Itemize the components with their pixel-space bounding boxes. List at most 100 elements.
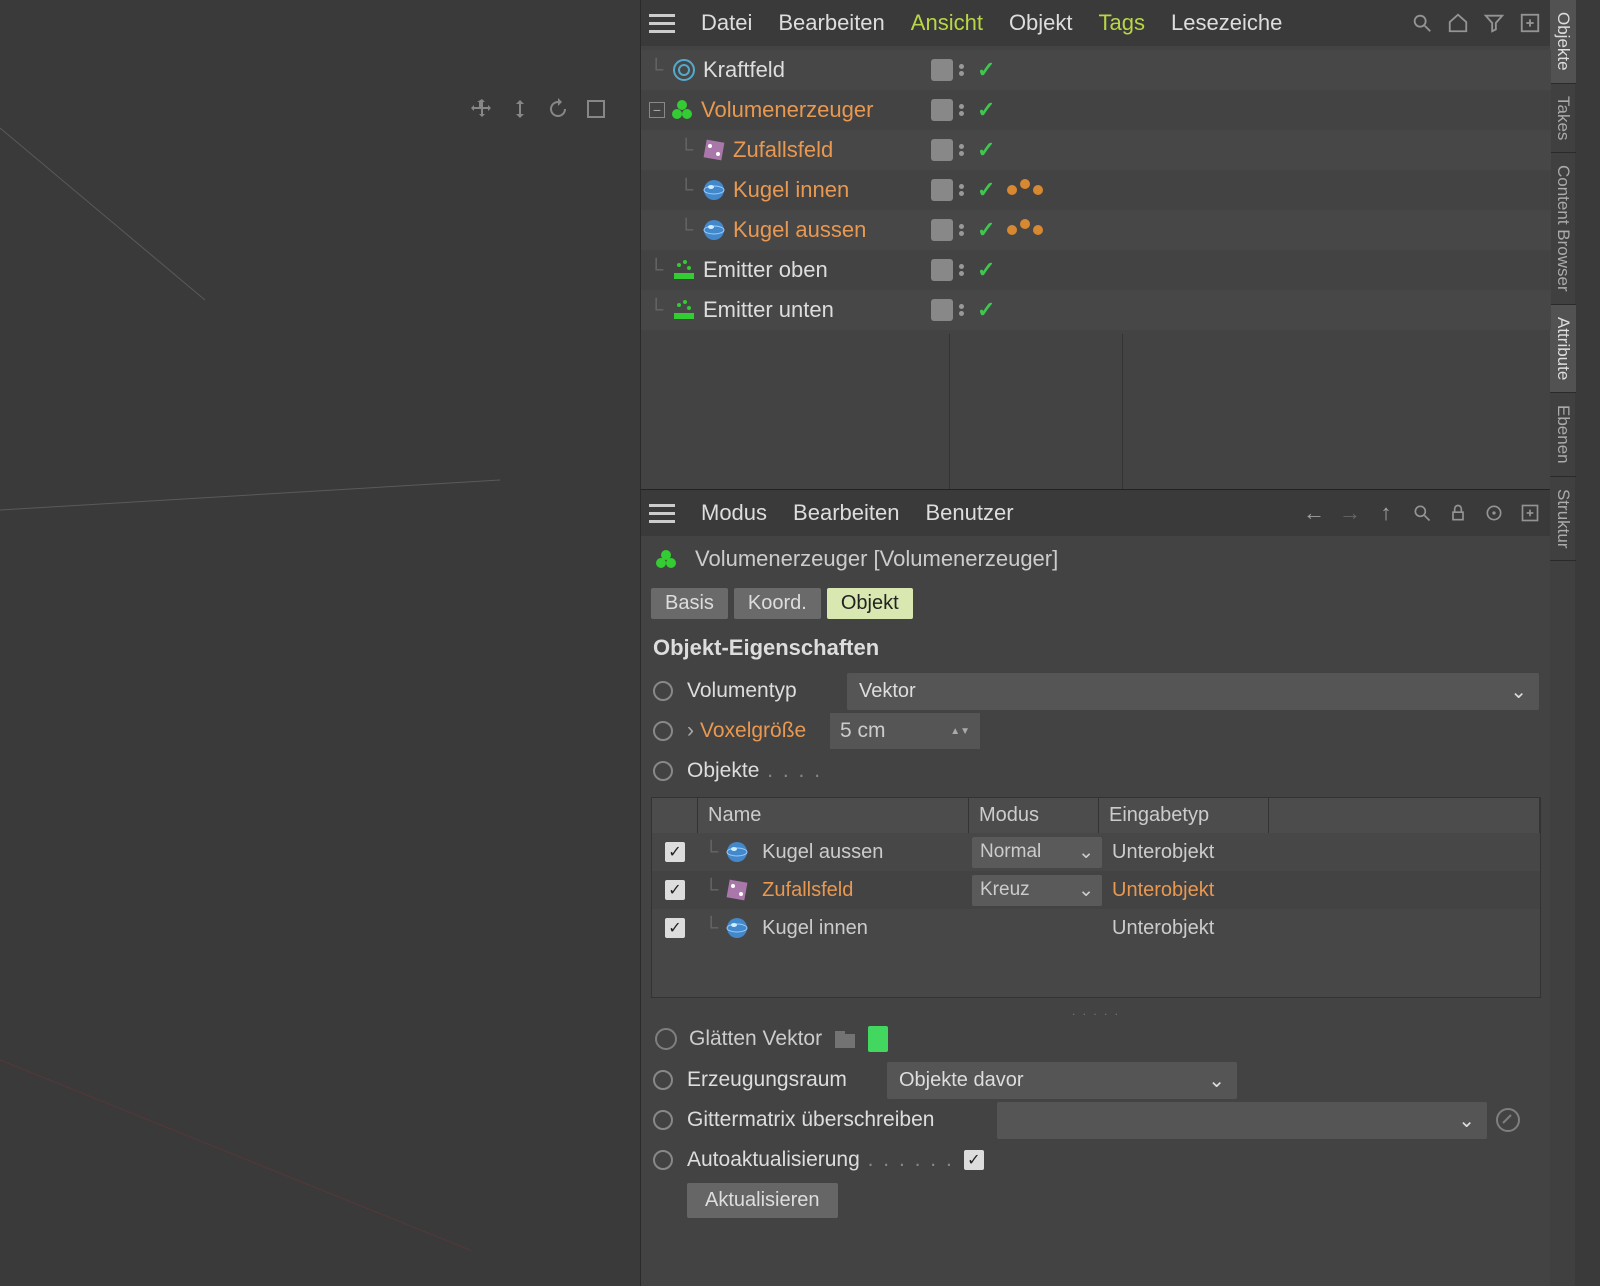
visibility-dots[interactable] [959, 224, 971, 236]
side-tab-objekte[interactable]: Objekte [1550, 0, 1576, 84]
spinner-icon[interactable]: ▲▼ [950, 726, 970, 737]
menu-bearbeiten[interactable]: Bearbeiten [772, 6, 890, 40]
tree-empty-area[interactable] [641, 334, 1551, 489]
tree-row[interactable]: └Kugel innen✓ [641, 170, 1551, 210]
tree-row[interactable]: └Emitter oben✓ [641, 250, 1551, 290]
picker-icon[interactable] [1495, 1107, 1521, 1133]
rotate-icon[interactable] [544, 95, 572, 123]
table-row[interactable]: ✓ └Zufallsfeld Kreuz⌄ Unterobjekt [652, 871, 1540, 909]
updown-icon[interactable] [506, 95, 534, 123]
menu-ansicht[interactable]: Ansicht [905, 6, 989, 40]
search-icon[interactable] [1409, 10, 1435, 36]
visibility-dots[interactable] [959, 104, 971, 116]
anim-toggle[interactable] [653, 761, 673, 781]
input-voxel[interactable]: 5 cm▲▼ [830, 713, 980, 749]
tree-label[interactable]: Volumenerzeuger [701, 97, 873, 123]
smooth-icon[interactable] [653, 1026, 679, 1052]
tab-objekt[interactable]: Objekt [827, 588, 913, 619]
layer-toggle[interactable] [931, 99, 953, 121]
menu-objekt[interactable]: Objekt [1003, 6, 1079, 40]
tree-row[interactable]: └Kraftfeld✓ [641, 50, 1551, 90]
tree-row[interactable]: └Emitter unten✓ [641, 290, 1551, 330]
enable-check[interactable]: ✓ [977, 257, 995, 283]
home-icon[interactable] [1445, 10, 1471, 36]
expand-icon[interactable]: › [687, 719, 694, 743]
side-tab-ebenen[interactable]: Ebenen [1550, 393, 1576, 477]
table-row[interactable]: ✓ └Kugel aussen Normal⌄ Unterobjekt [652, 833, 1540, 871]
anim-toggle[interactable] [653, 1070, 673, 1090]
enable-check[interactable]: ✓ [977, 177, 995, 203]
menu-tags[interactable]: Tags [1093, 6, 1151, 40]
layer-toggle[interactable] [931, 139, 953, 161]
visibility-dots[interactable] [959, 64, 971, 76]
folder-add-icon[interactable] [832, 1026, 858, 1052]
table-drop-area[interactable] [652, 947, 1540, 997]
layer-icon[interactable] [868, 1026, 888, 1052]
layer-toggle[interactable] [931, 299, 953, 321]
frame-icon[interactable] [582, 95, 610, 123]
tag-icon[interactable] [1007, 185, 1043, 195]
tree-label[interactable]: Kraftfeld [703, 57, 785, 83]
checkbox-auto[interactable]: ✓ [964, 1150, 984, 1170]
visibility-dots[interactable] [959, 144, 971, 156]
th-input[interactable]: Eingabetyp [1099, 798, 1269, 833]
mode-select[interactable]: Kreuz⌄ [972, 875, 1102, 906]
layer-toggle[interactable] [931, 179, 953, 201]
select-volumentyp[interactable]: Vektor⌄ [847, 673, 1539, 710]
tree-row[interactable]: └Kugel aussen✓ [641, 210, 1551, 250]
visibility-dots[interactable] [959, 304, 971, 316]
search-icon[interactable] [1409, 500, 1435, 526]
viewport[interactable] [0, 0, 640, 1286]
tree-row[interactable]: − Volumenerzeuger ✓ [641, 90, 1551, 130]
select-erzeugung[interactable]: Objekte davor⌄ [887, 1062, 1237, 1099]
enable-check[interactable]: ✓ [977, 297, 995, 323]
anim-toggle[interactable] [653, 1110, 673, 1130]
side-tab-struktur[interactable]: Struktur [1550, 477, 1576, 562]
tree-row[interactable]: └Zufallsfeld✓ [641, 130, 1551, 170]
tab-koord[interactable]: Koord. [734, 588, 821, 619]
tab-basis[interactable]: Basis [651, 588, 728, 619]
menu-lesezeiche[interactable]: Lesezeiche [1165, 6, 1288, 40]
tree-label[interactable]: Zufallsfeld [733, 137, 833, 163]
side-tab-attribute[interactable]: Attribute [1550, 305, 1576, 393]
enable-check[interactable]: ✓ [977, 57, 995, 83]
back-icon[interactable]: ← [1301, 500, 1327, 526]
anim-toggle[interactable] [653, 721, 673, 741]
enable-check[interactable]: ✓ [977, 137, 995, 163]
tree-label[interactable]: Emitter oben [703, 257, 828, 283]
layer-toggle[interactable] [931, 59, 953, 81]
add-panel-icon[interactable] [1517, 500, 1543, 526]
menu-bearbeiten[interactable]: Bearbeiten [787, 496, 905, 530]
layer-toggle[interactable] [931, 219, 953, 241]
side-tab-takes[interactable]: Takes [1550, 84, 1576, 153]
visibility-dots[interactable] [959, 264, 971, 276]
mode-select[interactable]: Normal⌄ [972, 837, 1102, 868]
th-name[interactable]: Name [698, 798, 969, 833]
aktualisieren-button[interactable]: Aktualisieren [687, 1183, 838, 1218]
menu-datei[interactable]: Datei [695, 6, 758, 40]
side-tab-content[interactable]: Content Browser [1550, 153, 1576, 305]
enable-check[interactable]: ✓ [977, 97, 995, 123]
visibility-dots[interactable] [959, 184, 971, 196]
tree-label[interactable]: Emitter unten [703, 297, 834, 323]
tree-label[interactable]: Kugel aussen [733, 217, 866, 243]
collapse-icon[interactable]: − [649, 102, 665, 118]
table-row[interactable]: ✓ └Kugel innen Unterobjekt [652, 909, 1540, 947]
target-icon[interactable] [1481, 500, 1507, 526]
tree-label[interactable]: Kugel innen [733, 177, 849, 203]
anim-toggle[interactable] [653, 1150, 673, 1170]
input-gitter[interactable]: ⌄ [997, 1102, 1487, 1139]
move-icon[interactable] [468, 95, 496, 123]
hamburger-icon[interactable] [649, 14, 675, 33]
anim-toggle[interactable] [653, 681, 673, 701]
th-mode[interactable]: Modus [969, 798, 1099, 833]
enable-check[interactable]: ✓ [977, 217, 995, 243]
tag-icon[interactable] [1007, 225, 1043, 235]
row-checkbox[interactable]: ✓ [665, 842, 685, 862]
hamburger-icon[interactable] [649, 504, 675, 523]
forward-icon[interactable]: → [1337, 500, 1363, 526]
lock-icon[interactable] [1445, 500, 1471, 526]
menu-benutzer[interactable]: Benutzer [919, 496, 1019, 530]
layer-toggle[interactable] [931, 259, 953, 281]
filter-icon[interactable] [1481, 10, 1507, 36]
